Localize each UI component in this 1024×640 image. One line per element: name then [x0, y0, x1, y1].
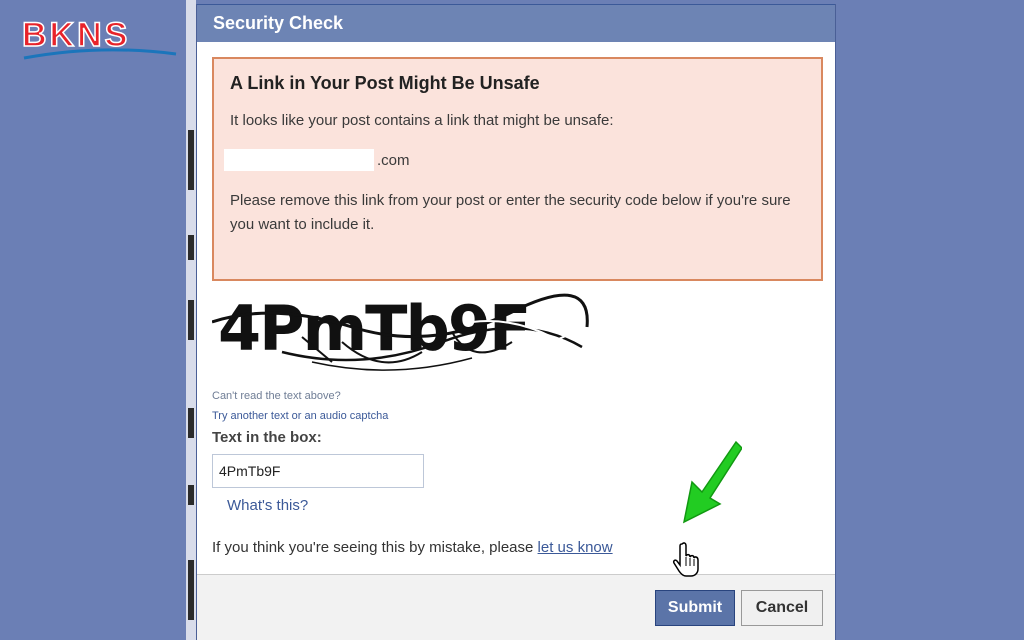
captcha-field-label: Text in the box:	[212, 429, 322, 446]
warning-title: A Link in Your Post Might Be Unsafe	[230, 73, 540, 93]
captcha-image: 4PmTb9F	[212, 282, 592, 388]
bkns-logo-text: BKNS	[22, 16, 130, 54]
background-page-strip	[186, 0, 196, 640]
cancel-button[interactable]: Cancel	[741, 590, 823, 626]
bkns-logo-graphic: BKNS	[21, 15, 177, 60]
hand-cursor-icon	[672, 542, 702, 578]
captcha-text: 4PmTb9F	[218, 292, 529, 365]
link-suffix: .com	[377, 151, 410, 169]
dialog-footer: Submit Cancel	[197, 574, 835, 640]
alternative-captcha-link[interactable]: Try another text or an audio captcha	[212, 410, 388, 422]
mistake-prefix: If you think you're seeing this by mista…	[212, 539, 538, 556]
dialog-title: Security Check	[213, 13, 344, 33]
cant-read-text: Can't read the text above?	[212, 390, 341, 402]
dialog-header: Security Check	[197, 4, 835, 42]
unsafe-link-row: .com	[224, 147, 805, 173]
redacted-link	[224, 149, 374, 171]
unsafe-link-warning: A Link in Your Post Might Be Unsafe It l…	[212, 57, 823, 281]
mistake-notice: If you think you're seeing this by mista…	[212, 539, 613, 556]
green-arrow-icon	[676, 440, 743, 526]
warning-instruction: Please remove this link from your post o…	[230, 192, 791, 233]
bkns-logo: BKNS	[20, 14, 180, 64]
security-check-dialog: Security Check A Link in Your Post Might…	[196, 4, 836, 640]
let-us-know-link[interactable]: let us know	[538, 539, 613, 556]
submit-button[interactable]: Submit	[655, 590, 735, 626]
whats-this-link[interactable]: What's this?	[227, 497, 308, 514]
captcha-input[interactable]	[212, 454, 424, 488]
warning-intro: It looks like your post contains a link …	[230, 112, 614, 129]
